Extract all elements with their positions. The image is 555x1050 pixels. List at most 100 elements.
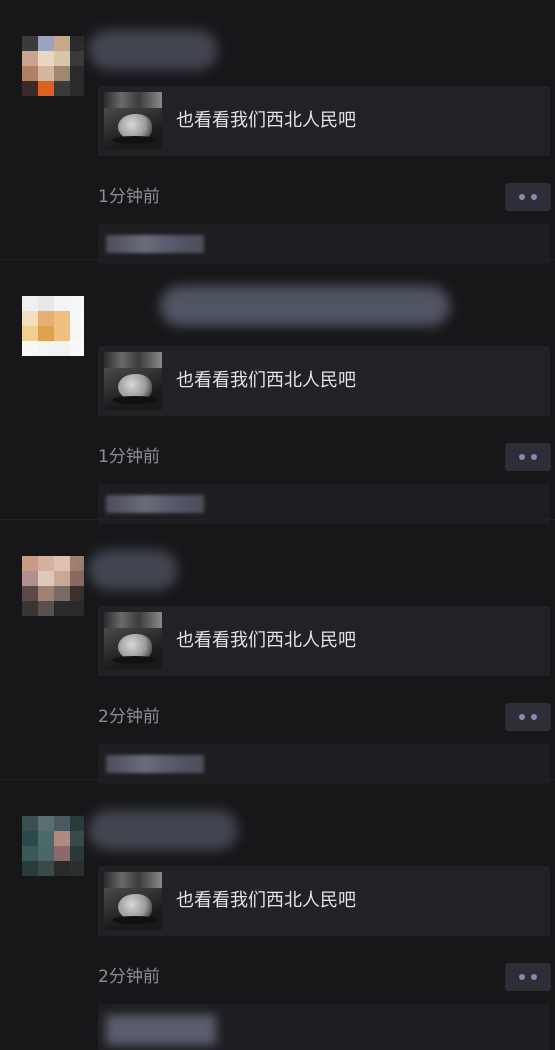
- avatar-pixel: [70, 586, 84, 601]
- avatar-pixel: [70, 601, 84, 616]
- username-blurred[interactable]: [88, 810, 238, 850]
- shared-thumbnail: [104, 612, 162, 670]
- avatar-pixel: [70, 51, 84, 66]
- avatar-pixel: [22, 341, 38, 356]
- comment-area: [98, 484, 550, 524]
- avatar-pixel: [38, 586, 54, 601]
- shared-link-title: 也看看我们西北人民吧: [176, 890, 356, 911]
- shared-link-card[interactable]: 也看看我们西北人民吧: [98, 86, 550, 156]
- avatar-pixel: [38, 556, 54, 571]
- avatar-pixel: [54, 586, 70, 601]
- avatar-pixel: [22, 556, 38, 571]
- post-timestamp: 1分钟前: [98, 447, 160, 467]
- comment-area: [98, 1004, 550, 1050]
- avatar-pixel: [22, 861, 38, 876]
- avatar-pixel: [38, 326, 54, 341]
- avatar-pixel: [70, 36, 84, 51]
- comment-blurred: [106, 235, 204, 253]
- avatar[interactable]: [22, 36, 84, 96]
- avatar-pixel: [54, 831, 70, 846]
- avatar-pixel: [70, 571, 84, 586]
- shared-thumbnail: [104, 872, 162, 930]
- shared-link-title: 也看看我们西北人民吧: [176, 630, 356, 651]
- username-blurred[interactable]: [88, 30, 218, 70]
- comment-blurred: [106, 495, 204, 513]
- username-blurred[interactable]: [88, 550, 178, 590]
- more-options-button[interactable]: [505, 963, 551, 991]
- avatar-pixel: [54, 341, 70, 356]
- avatar-pixel: [22, 66, 38, 81]
- avatar-pixel: [54, 556, 70, 571]
- shared-link-title: 也看看我们西北人民吧: [176, 370, 356, 391]
- more-options-button[interactable]: [505, 703, 551, 731]
- shared-thumbnail: [104, 352, 162, 410]
- avatar-pixel: [70, 66, 84, 81]
- dot-icon: [519, 714, 525, 720]
- avatar-pixel: [38, 846, 54, 861]
- comment-area: [98, 744, 550, 784]
- avatar-pixel: [70, 81, 84, 96]
- avatar-pixel: [70, 341, 84, 356]
- avatar-pixel: [22, 36, 38, 51]
- avatar-pixel: [38, 66, 54, 81]
- avatar-pixel: [70, 311, 84, 326]
- avatar-pixel: [38, 296, 54, 311]
- username-blurred[interactable]: [160, 286, 450, 326]
- avatar-pixel: [22, 846, 38, 861]
- more-options-button[interactable]: [505, 183, 551, 211]
- more-options-button[interactable]: [505, 443, 551, 471]
- avatar-pixel: [54, 816, 70, 831]
- avatar-pixel: [54, 571, 70, 586]
- shared-thumbnail: [104, 92, 162, 150]
- comment-area: [98, 224, 550, 264]
- feed-post: 也看看我们西北人民吧 1分钟前: [0, 0, 555, 264]
- avatar-pixel: [38, 36, 54, 51]
- avatar-pixel: [38, 816, 54, 831]
- comment-blurred: [106, 1015, 216, 1045]
- dot-icon: [531, 974, 537, 980]
- avatar-pixel: [54, 601, 70, 616]
- shared-link-card[interactable]: 也看看我们西北人民吧: [98, 606, 550, 676]
- avatar-pixel: [38, 571, 54, 586]
- avatar-pixel: [22, 311, 38, 326]
- avatar-pixel: [22, 571, 38, 586]
- avatar-pixel: [22, 586, 38, 601]
- avatar-pixel: [54, 36, 70, 51]
- shared-link-title: 也看看我们西北人民吧: [176, 110, 356, 131]
- feed-post: 也看看我们西北人民吧 2分钟前: [0, 780, 555, 1050]
- avatar-pixel: [70, 296, 84, 311]
- avatar-pixel: [54, 51, 70, 66]
- dot-icon: [519, 194, 525, 200]
- avatar-pixel: [54, 861, 70, 876]
- avatar-pixel: [54, 296, 70, 311]
- avatar-pixel: [38, 861, 54, 876]
- avatar[interactable]: [22, 296, 84, 356]
- avatar-pixel: [70, 861, 84, 876]
- avatar-pixel: [38, 51, 54, 66]
- avatar-pixel: [38, 831, 54, 846]
- avatar-pixel: [38, 311, 54, 326]
- avatar-pixel: [22, 831, 38, 846]
- comment-blurred: [106, 755, 204, 773]
- avatar[interactable]: [22, 556, 84, 616]
- avatar-pixel: [70, 556, 84, 571]
- post-timestamp: 1分钟前: [98, 187, 160, 207]
- post-timestamp: 2分钟前: [98, 707, 160, 727]
- avatar-pixel: [38, 341, 54, 356]
- avatar-pixel: [54, 846, 70, 861]
- avatar[interactable]: [22, 816, 84, 876]
- avatar-pixel: [22, 81, 38, 96]
- dot-icon: [531, 454, 537, 460]
- avatar-pixel: [54, 311, 70, 326]
- shared-link-card[interactable]: 也看看我们西北人民吧: [98, 866, 550, 936]
- dot-icon: [531, 194, 537, 200]
- avatar-pixel: [38, 81, 54, 96]
- avatar-pixel: [22, 816, 38, 831]
- avatar-pixel: [70, 326, 84, 341]
- feed-post: 也看看我们西北人民吧 2分钟前: [0, 520, 555, 784]
- avatar-pixel: [38, 601, 54, 616]
- avatar-pixel: [22, 51, 38, 66]
- dot-icon: [519, 974, 525, 980]
- feed-post: 也看看我们西北人民吧 1分钟前: [0, 260, 555, 524]
- shared-link-card[interactable]: 也看看我们西北人民吧: [98, 346, 550, 416]
